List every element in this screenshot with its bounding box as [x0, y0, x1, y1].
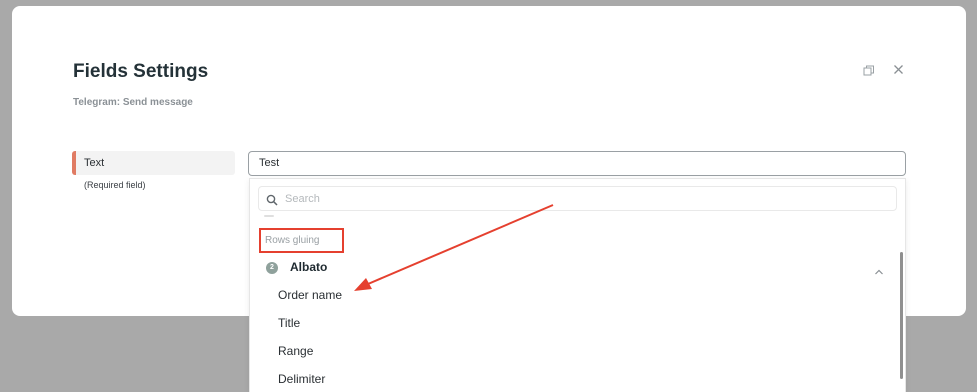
scroll-cut-item	[264, 215, 274, 217]
field-options-dropdown: Rows gluing 2 Albato Order name Title Ra…	[249, 178, 906, 392]
required-field-note: (Required field)	[84, 180, 146, 190]
option-order-name[interactable]: Order name	[278, 288, 342, 302]
close-icon[interactable]	[892, 63, 905, 81]
group-header-albato[interactable]: 2 Albato	[266, 259, 890, 279]
option-title[interactable]: Title	[278, 316, 300, 330]
dropdown-scrollbar[interactable]	[900, 252, 903, 379]
search-icon	[266, 193, 278, 211]
text-field-input[interactable]: Test	[248, 151, 906, 176]
option-delimiter[interactable]: Delimiter	[278, 372, 325, 386]
option-range[interactable]: Range	[278, 344, 313, 358]
search-input[interactable]	[285, 188, 885, 209]
copy-icon[interactable]	[863, 64, 875, 82]
group-name: Albato	[290, 260, 328, 274]
search-box[interactable]	[258, 186, 897, 211]
field-label: Text	[72, 151, 235, 175]
option-rows-gluing[interactable]: Rows gluing	[259, 228, 344, 253]
modal-subtitle: Telegram: Send message	[73, 97, 193, 108]
chevron-up-icon[interactable]	[874, 263, 884, 281]
modal-title: Fields Settings	[73, 61, 209, 82]
group-count-badge: 2	[266, 262, 278, 274]
